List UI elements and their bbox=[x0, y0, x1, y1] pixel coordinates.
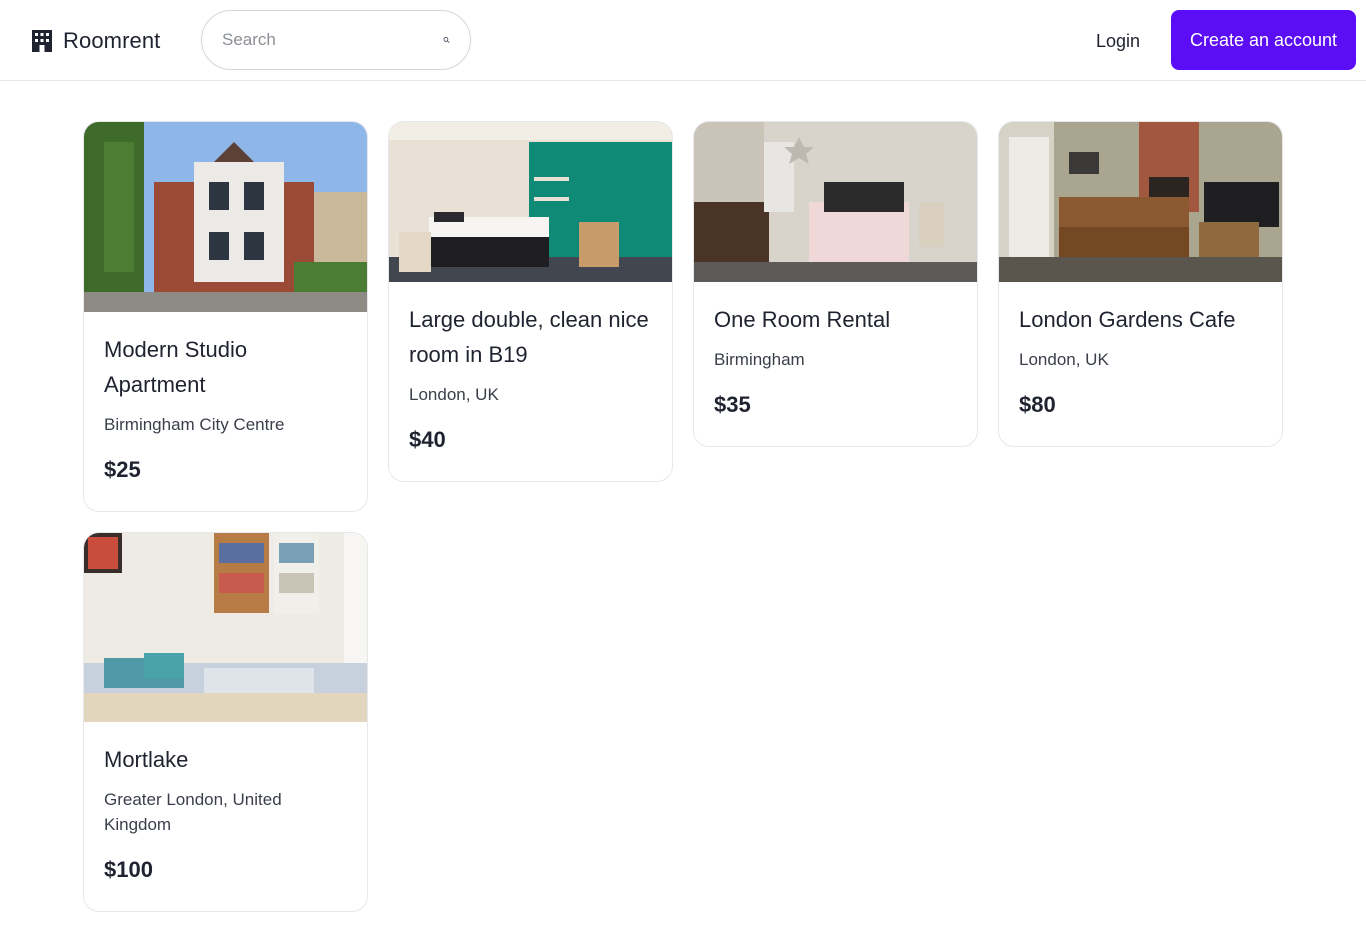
brand-name: Roomrent bbox=[63, 28, 161, 53]
login-button[interactable]: Login bbox=[1082, 24, 1154, 58]
search-icon[interactable] bbox=[443, 31, 450, 49]
top-navbar: Roomrent Login Create an account bbox=[0, 0, 1366, 81]
listing-card[interactable]: One Room Rental Birmingham $35 bbox=[693, 121, 978, 447]
building-icon bbox=[32, 30, 52, 52]
listing-photo bbox=[389, 122, 672, 282]
listing-photo bbox=[84, 533, 367, 722]
listing-title: Large double, clean nice room in B19 bbox=[409, 307, 649, 367]
listing-card[interactable]: Modern Studio Apartment Birmingham City … bbox=[83, 121, 368, 512]
listing-location: Birmingham bbox=[714, 350, 805, 369]
listing-title: London Gardens Cafe bbox=[1019, 307, 1236, 332]
listing-price: $35 bbox=[714, 392, 751, 417]
listing-card[interactable]: Mortlake Greater London, United Kingdom … bbox=[83, 532, 368, 912]
brand-logo[interactable]: Roomrent bbox=[31, 28, 160, 54]
listing-price: $25 bbox=[104, 457, 141, 482]
listing-location: London, UK bbox=[1019, 350, 1109, 369]
listing-title: Mortlake bbox=[104, 747, 189, 772]
search-input[interactable] bbox=[222, 30, 443, 50]
listing-location: London, UK bbox=[409, 385, 499, 404]
listing-price: $100 bbox=[104, 857, 153, 882]
listing-price: $80 bbox=[1019, 392, 1056, 417]
listing-card[interactable]: Large double, clean nice room in B19 Lon… bbox=[388, 121, 673, 482]
listing-photo bbox=[999, 122, 1282, 282]
listing-price: $40 bbox=[409, 427, 446, 452]
listing-location: Birmingham City Centre bbox=[104, 415, 285, 434]
listing-title: One Room Rental bbox=[714, 307, 891, 332]
listing-card[interactable]: London Gardens Cafe London, UK $80 bbox=[998, 121, 1283, 447]
create-account-button[interactable]: Create an account bbox=[1171, 10, 1356, 70]
listing-photo bbox=[694, 122, 977, 282]
listing-photo bbox=[84, 122, 367, 312]
listing-location: Greater London, United Kingdom bbox=[104, 790, 282, 834]
listing-title: Modern Studio Apartment bbox=[104, 337, 248, 397]
search-box[interactable] bbox=[201, 10, 471, 70]
